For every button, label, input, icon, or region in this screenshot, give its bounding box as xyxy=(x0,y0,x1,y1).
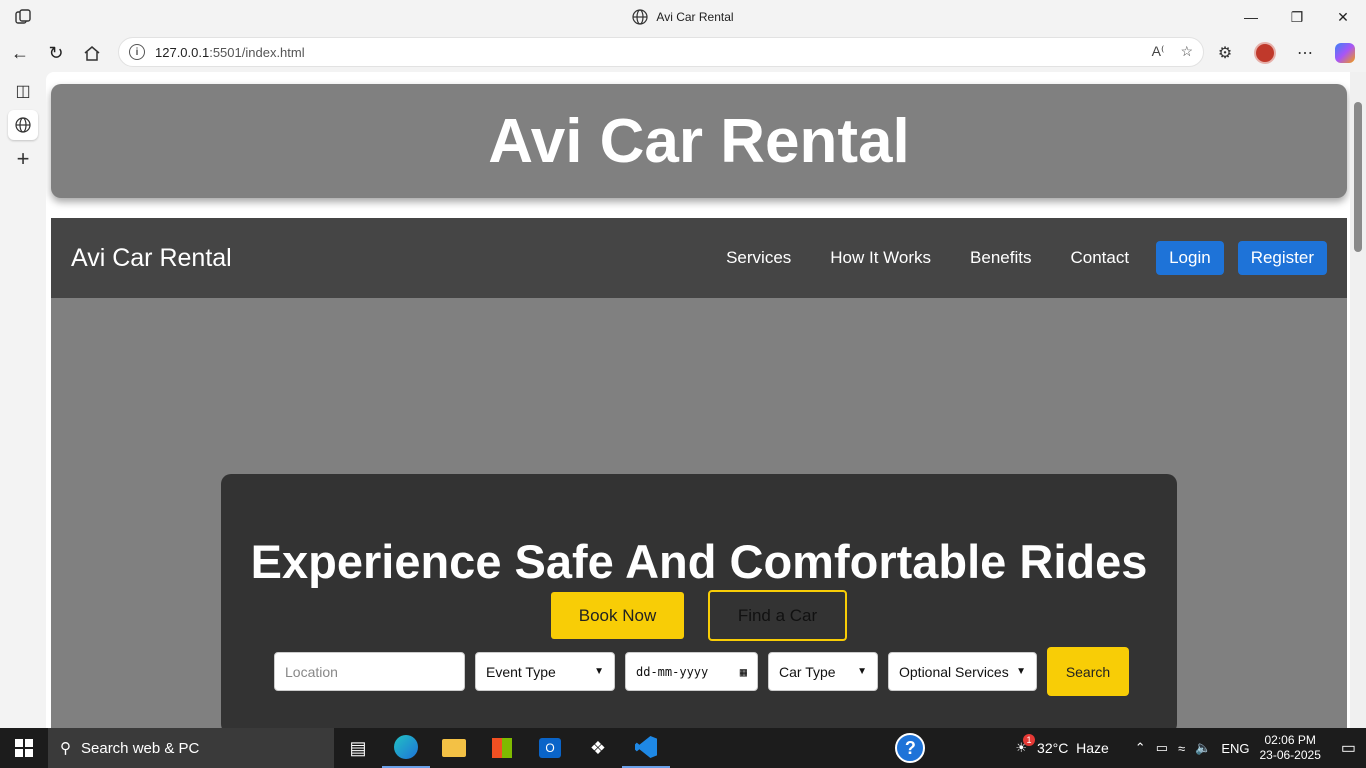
chevron-down-icon: ▼ xyxy=(1016,666,1026,677)
browser-sidebar: ◫ + xyxy=(0,72,46,728)
brand-logo-text[interactable]: Avi Car Rental xyxy=(71,244,232,273)
nav-contact[interactable]: Contact xyxy=(1070,248,1129,268)
car-type-select[interactable]: Car Type ▼ xyxy=(768,652,878,691)
notifications-icon[interactable]: ▭ xyxy=(1341,738,1356,758)
battery-icon[interactable]: ▭ xyxy=(1156,740,1168,756)
chevron-down-icon: ▼ xyxy=(594,666,604,677)
event-type-label: Event Type xyxy=(486,663,556,680)
more-menu-icon[interactable]: ⋯ xyxy=(1294,42,1316,64)
volume-icon[interactable]: 🔈 xyxy=(1195,740,1211,756)
weather-badge: 1 xyxy=(1023,734,1036,746)
back-button[interactable]: ← xyxy=(2,37,38,69)
page-viewport: Avi Car Rental Avi Car Rental Services H… xyxy=(46,72,1366,728)
restore-button[interactable]: ❐ xyxy=(1274,0,1320,34)
globe-icon xyxy=(632,9,649,25)
url-host: 127.0.0.1 xyxy=(155,44,210,60)
nav-services[interactable]: Services xyxy=(726,248,791,268)
edge-app-icon[interactable] xyxy=(382,728,430,768)
calendar-icon[interactable]: ▦ xyxy=(740,665,747,679)
nav-benefits[interactable]: Benefits xyxy=(970,248,1031,268)
hero-section: Experience Safe And Comfortable Rides Bo… xyxy=(51,298,1347,728)
outlook-icon[interactable]: O xyxy=(526,728,574,768)
optional-services-label: Optional Services xyxy=(899,663,1009,680)
taskbar-search-placeholder: Search web & PC xyxy=(81,739,200,757)
date-input[interactable]: dd-mm-yyyy ▦ xyxy=(625,652,758,691)
nav-how-it-works[interactable]: How It Works xyxy=(830,248,931,268)
hero-title: Experience Safe And Comfortable Rides xyxy=(250,535,1148,588)
page-scrollbar[interactable] xyxy=(1350,72,1366,728)
event-type-select[interactable]: Event Type ▼ xyxy=(475,652,615,691)
file-explorer-icon[interactable] xyxy=(430,728,478,768)
date-placeholder: dd-mm-yyyy xyxy=(636,664,709,679)
close-button[interactable]: ✕ xyxy=(1320,0,1366,34)
chevron-down-icon: ▼ xyxy=(857,666,867,677)
window-title: Avi Car Rental xyxy=(632,9,734,25)
scrollbar-thumb[interactable] xyxy=(1354,102,1362,252)
language-indicator[interactable]: ENG xyxy=(1221,741,1249,756)
copilot-icon[interactable] xyxy=(1334,42,1356,64)
task-view-icon[interactable]: ▤ xyxy=(334,728,382,768)
profile-avatar[interactable] xyxy=(1254,42,1276,64)
top-banner: Avi Car Rental xyxy=(51,84,1347,198)
taskbar-search[interactable]: ⚲ Search web & PC xyxy=(48,728,334,768)
browser-title-bar: Avi Car Rental — ❐ ✕ xyxy=(0,0,1366,34)
tab-title: Avi Car Rental xyxy=(656,10,734,24)
hero-card: Experience Safe And Comfortable Rides Bo… xyxy=(221,474,1177,728)
read-aloud-icon[interactable]: A⁽ xyxy=(1152,43,1165,60)
find-car-button[interactable]: Find a Car xyxy=(708,590,847,641)
banner-title: Avi Car Rental xyxy=(488,106,910,176)
workspaces-icon[interactable] xyxy=(14,8,32,26)
extensions-icon[interactable]: ⚙ xyxy=(1214,42,1236,64)
vscode-icon[interactable] xyxy=(622,728,670,768)
favorite-star-icon[interactable]: ☆ xyxy=(1180,43,1193,60)
login-button[interactable]: Login xyxy=(1156,241,1224,275)
car-type-label: Car Type xyxy=(779,663,836,680)
search-button[interactable]: Search xyxy=(1047,647,1129,696)
address-bar[interactable]: i 127.0.0.1:5501/index.html A⁽ ☆ xyxy=(118,37,1204,67)
help-icon[interactable]: ? xyxy=(895,733,926,763)
search-icon: ⚲ xyxy=(60,740,71,757)
optional-services-select[interactable]: Optional Services ▼ xyxy=(888,652,1037,691)
url-path: :5501/index.html xyxy=(209,44,305,60)
weather-text[interactable]: 32°C Haze xyxy=(1037,740,1109,756)
site-info-icon[interactable]: i xyxy=(129,44,145,60)
active-tab-globe-icon[interactable] xyxy=(8,110,38,140)
clock[interactable]: 02:06 PM 23-06-2025 xyxy=(1259,733,1320,763)
clock-date: 23-06-2025 xyxy=(1259,748,1321,762)
search-form: Location Event Type ▼ dd-mm-yyyy ▦ Car Typ… xyxy=(274,647,1129,696)
register-button[interactable]: Register xyxy=(1237,241,1327,275)
minimize-button[interactable]: — xyxy=(1228,0,1274,34)
tab-actions-icon[interactable]: ◫ xyxy=(8,76,38,106)
show-hidden-icons-chevron-icon[interactable]: ⌃ xyxy=(1135,740,1146,756)
weather-icon[interactable]: ☀ 1 xyxy=(1015,734,1036,756)
browser-toolbar: ← ↻ i 127.0.0.1:5501/index.html A⁽ ☆ ⚙ ⋯ xyxy=(0,34,1366,72)
site-navbar: Avi Car Rental Services How It Works Ben… xyxy=(51,218,1347,298)
windows-taskbar: ⚲ Search web & PC ▤ O ❖ ? ☀ 1 32°C Haze ⌃… xyxy=(0,728,1366,768)
windows-start-icon[interactable] xyxy=(0,728,48,768)
book-now-button[interactable]: Book Now xyxy=(551,592,684,639)
home-icon xyxy=(84,46,100,61)
store-icon[interactable] xyxy=(478,728,526,768)
new-tab-plus-icon[interactable]: + xyxy=(8,144,38,174)
clock-time: 02:06 PM xyxy=(1264,733,1316,747)
dropbox-icon[interactable]: ❖ xyxy=(574,728,622,768)
home-button[interactable] xyxy=(74,37,110,69)
wifi-icon[interactable]: ≈ xyxy=(1178,741,1185,756)
location-input[interactable]: Location xyxy=(274,652,465,691)
refresh-button[interactable]: ↻ xyxy=(38,37,74,69)
